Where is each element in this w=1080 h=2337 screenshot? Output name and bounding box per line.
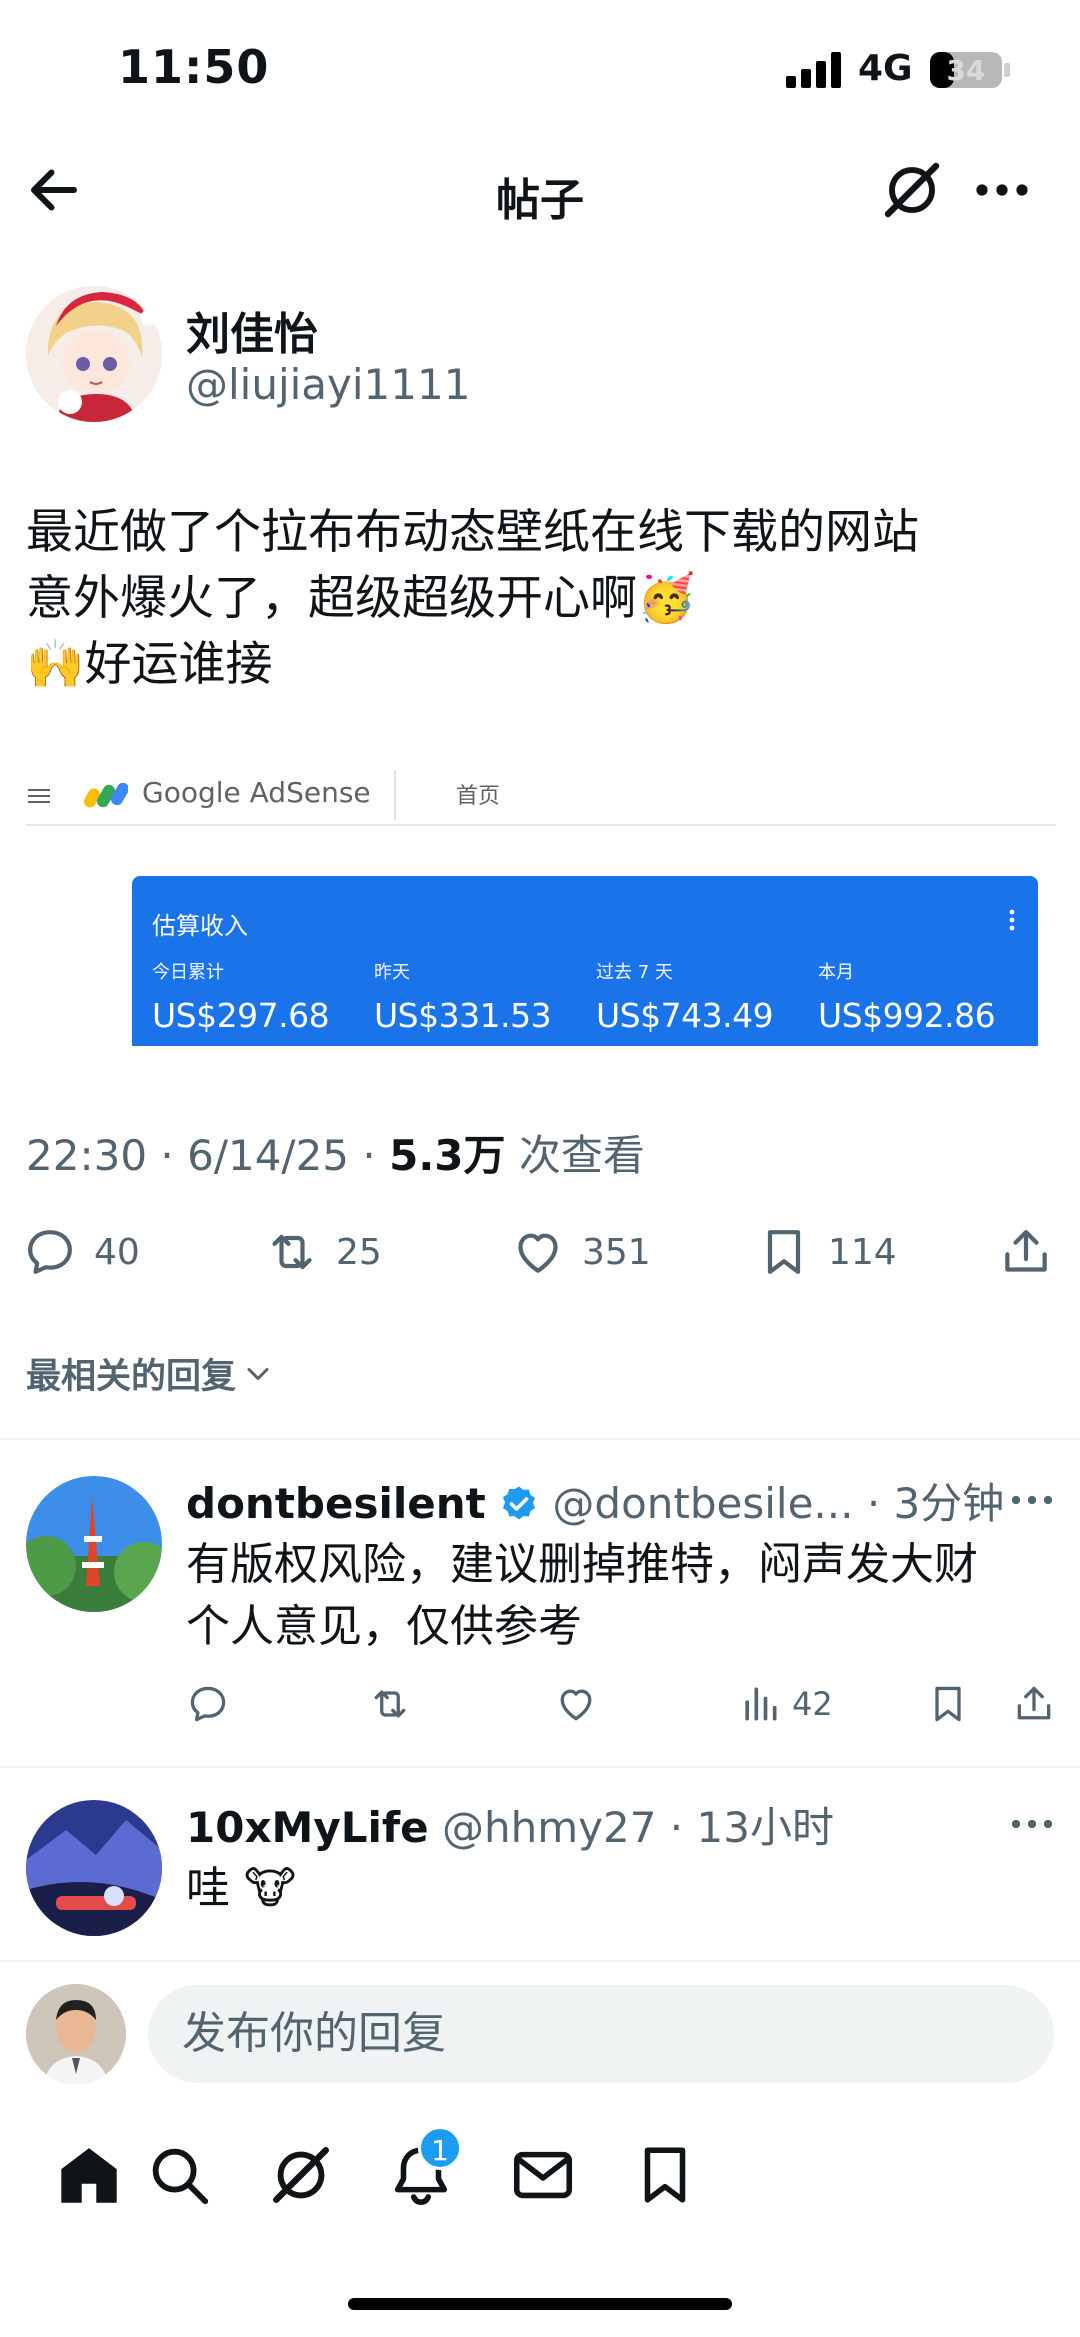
reply-author-handle[interactable]: @hhmy27: [442, 1803, 656, 1852]
stat-value: US$992.86: [818, 996, 996, 1035]
user-avatar[interactable]: [26, 1984, 126, 2084]
reply-header: 10xMyLife @hhmy27 · 13小时: [186, 1803, 834, 1852]
like-button[interactable]: 351: [510, 1222, 651, 1282]
reply-icon[interactable]: [186, 1682, 230, 1726]
view-count: 5.3万: [389, 1131, 506, 1180]
repost-icon: [272, 1234, 312, 1270]
status-time: 11:50: [118, 40, 270, 94]
adsense-header: Google AdSense 首页: [26, 766, 1056, 826]
views-label: 次查看: [518, 1131, 645, 1180]
bookmark-icon[interactable]: [926, 1682, 970, 1726]
bookmark-count: 114: [828, 1231, 897, 1273]
earnings-stat: 昨天 US$331.53: [374, 958, 594, 1035]
nav-messages[interactable]: [508, 2140, 578, 2210]
reply-author-name[interactable]: 10xMyLife: [186, 1803, 429, 1852]
reply-author-name[interactable]: dontbesilent: [186, 1479, 486, 1528]
menu-icon: [28, 788, 50, 803]
stat-value: US$297.68: [152, 996, 330, 1035]
repost-button[interactable]: 25: [264, 1222, 382, 1282]
reply-more-icon[interactable]: [1006, 1800, 1058, 1858]
reply-count: 40: [94, 1231, 140, 1273]
share-icon: [1005, 1230, 1047, 1272]
earnings-card: 估算收入 今日累计 US$297.68 昨天 US$331.53 过去 7 天 …: [132, 876, 1038, 1046]
battery-level: 34: [946, 54, 986, 87]
bookmark-button[interactable]: 114: [756, 1222, 897, 1282]
reply-view-count: 42: [792, 1685, 833, 1723]
divider: [0, 1766, 1080, 1768]
like-count: 351: [582, 1231, 651, 1273]
reply-avatar[interactable]: [26, 1476, 162, 1612]
search-icon: [152, 2148, 209, 2205]
repost-count: 25: [336, 1231, 382, 1273]
reply-text: 有版权风险，建议删掉推特，闷声发大财 个人意见，仅供参考: [186, 1539, 978, 1652]
battery-nub: [1004, 63, 1010, 77]
more-options-icon[interactable]: [970, 160, 1034, 220]
heart-icon: [518, 1233, 558, 1273]
notification-badge: 1: [418, 2126, 462, 2170]
post-time: 22:30: [26, 1131, 148, 1180]
adsense-home-label: 首页: [456, 784, 501, 809]
share-icon[interactable]: [1012, 1682, 1056, 1726]
earnings-stat: 本月 US$992.86: [818, 958, 1038, 1035]
verified-badge-icon: [503, 1486, 536, 1520]
reply-more-icon[interactable]: [1006, 1476, 1058, 1534]
reply-button[interactable]: 40: [22, 1222, 140, 1282]
earnings-stat: 今日累计 US$297.68: [152, 958, 372, 1035]
repost-icon[interactable]: [368, 1682, 412, 1726]
battery-icon: 34: [930, 52, 1002, 88]
earnings-title: 估算收入: [152, 912, 248, 940]
heart-icon[interactable]: [554, 1682, 598, 1726]
stat-label: 本月: [818, 962, 854, 983]
analytics-icon: [745, 1687, 777, 1721]
earnings-stat: 过去 7 天 US$743.49: [596, 958, 816, 1035]
bookmark-icon: [767, 1230, 801, 1274]
reply-time: 3分钟: [893, 1479, 1005, 1528]
network-type: 4G: [858, 48, 913, 89]
adsense-logo-icon: [84, 780, 129, 810]
bookmark-icon: [644, 2147, 686, 2203]
author-name[interactable]: 刘佳怡: [186, 298, 318, 362]
stat-value: US$743.49: [596, 996, 774, 1035]
reply-text: 哇 🐮: [186, 1863, 297, 1914]
reply-input[interactable]: 发布你的回复: [148, 1985, 1054, 2083]
nav-search[interactable]: [144, 2140, 214, 2210]
reply-sort-dropdown[interactable]: 最相关的回复: [26, 1348, 276, 1399]
nav-bookmarks[interactable]: [630, 2140, 700, 2210]
home-icon: [61, 2148, 117, 2203]
reply-author-handle[interactable]: @dontbesile...: [552, 1479, 853, 1528]
stat-label: 今日累计: [152, 962, 224, 983]
grok-icon[interactable]: [880, 158, 944, 222]
mail-icon: [513, 2151, 573, 2199]
signal-icon: [786, 52, 844, 88]
stat-label: 昨天: [374, 962, 410, 983]
divider: [0, 1438, 1080, 1440]
nav-grok[interactable]: [266, 2140, 336, 2210]
adsense-brand: Google AdSense: [142, 776, 371, 809]
reply-actions: 42: [186, 1682, 1056, 1732]
stat-value: US$331.53: [374, 996, 552, 1035]
author-avatar[interactable]: [26, 286, 162, 422]
card-more-icon: [1008, 908, 1016, 932]
reply-avatar[interactable]: [26, 1800, 162, 1936]
stat-label: 过去 7 天: [596, 962, 673, 983]
share-button[interactable]: [998, 1222, 1054, 1282]
home-indicator: [348, 2298, 732, 2310]
nav-home[interactable]: [54, 2140, 124, 2210]
author-handle[interactable]: @liujiayi1111: [186, 360, 470, 409]
reply-time: 13小时: [696, 1803, 834, 1852]
sort-label: 最相关的回复: [26, 1357, 237, 1397]
views-button[interactable]: 42: [738, 1682, 833, 1726]
grok-icon: [273, 2147, 329, 2203]
post-meta: 22:30 · 6/14/25 · 5.3万 次查看: [26, 1131, 645, 1180]
chevron-down-icon: [247, 1367, 269, 1380]
post-date: 6/14/25: [187, 1131, 350, 1180]
reply-header: dontbesilent @dontbesile... · 3分钟: [186, 1479, 1005, 1528]
post-text: 最近做了个拉布布动态壁纸在线下载的网站 意外爆火了，超级超级开心啊🥳 🙌好运谁接: [26, 505, 919, 692]
reply-icon: [28, 1230, 72, 1274]
